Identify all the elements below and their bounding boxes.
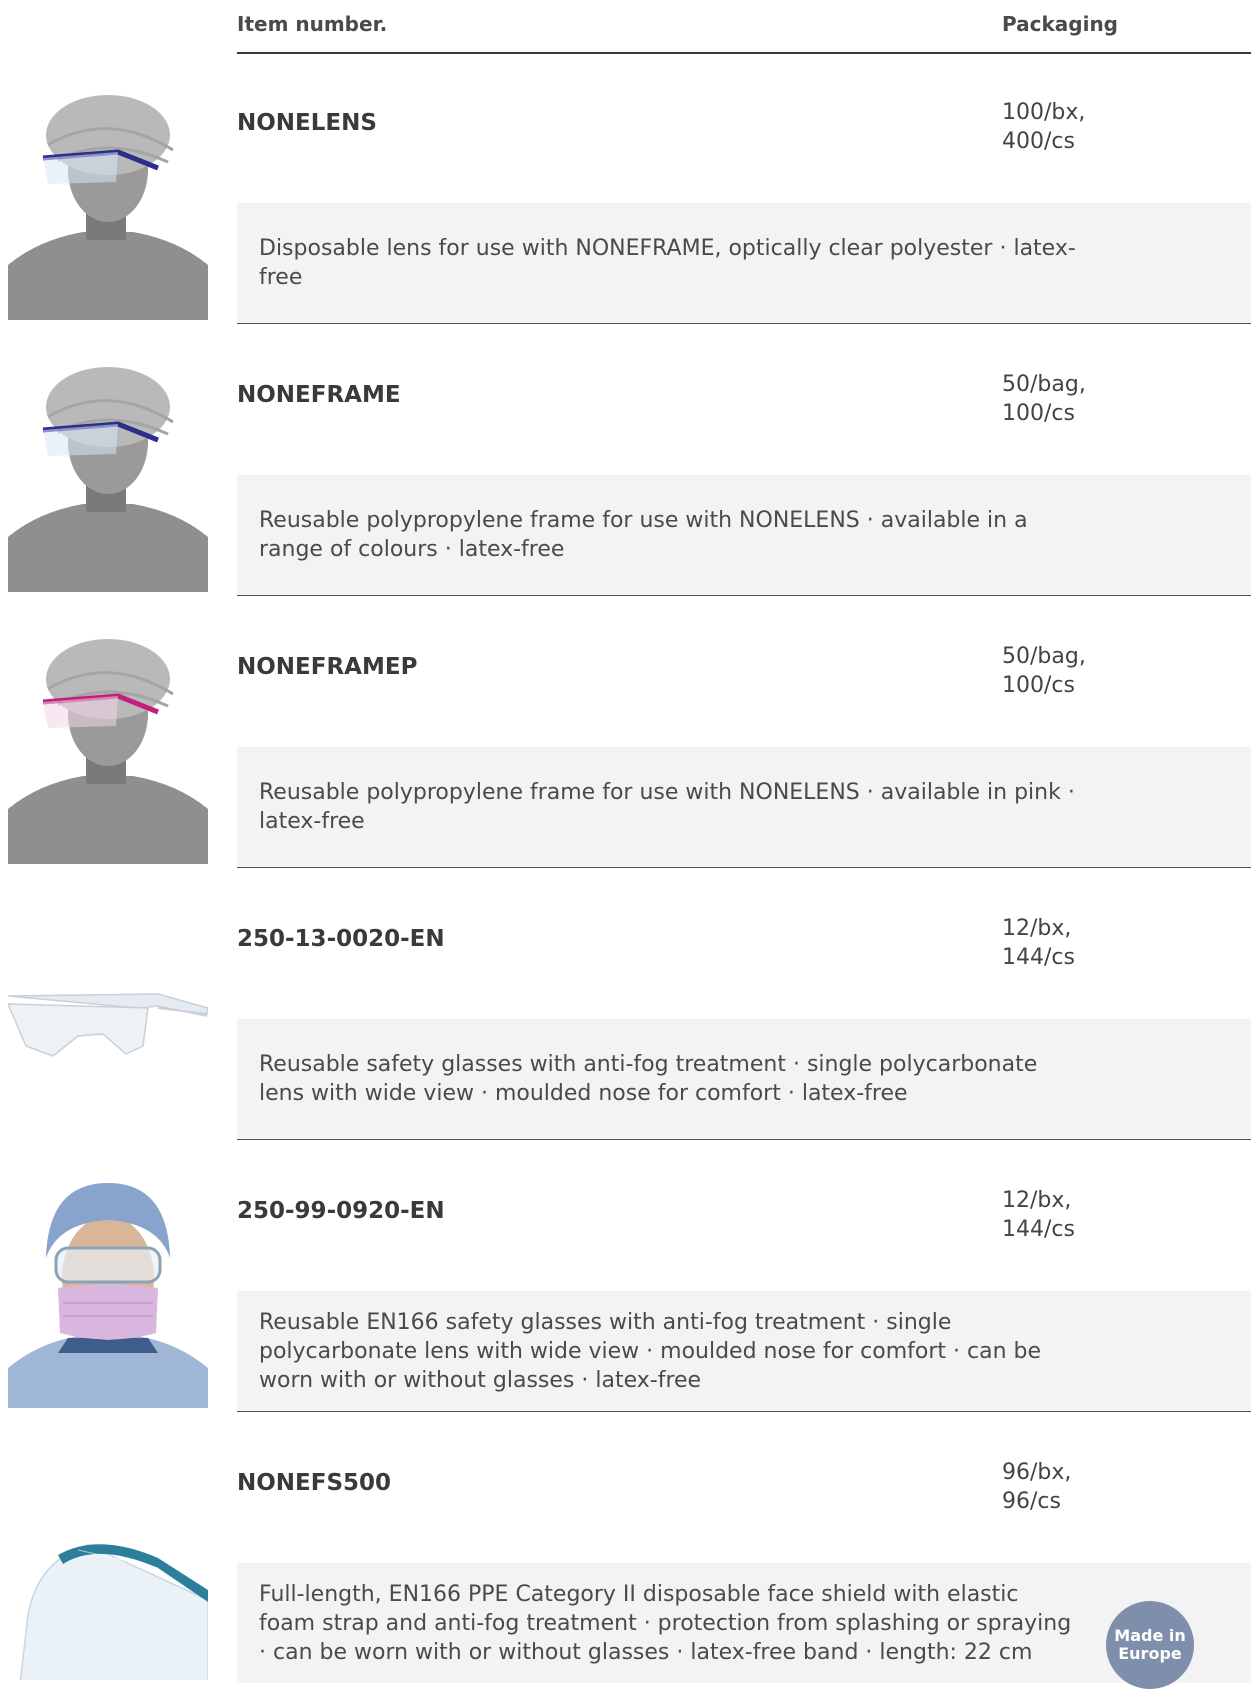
product-image-person-goggles-mask — [8, 1168, 208, 1408]
packaging: 100/bx, 400/cs — [1002, 98, 1085, 156]
product-row-nonefs500: NONEFS500 96/bx, 96/cs Full-length, EN16… — [0, 1414, 1251, 1689]
packaging-line: 100/bx, — [1002, 100, 1086, 125]
product-description: Disposable lens for use with NONEFRAME, … — [259, 236, 1076, 290]
product-row-nonelens: NONELENS 100/bx, 400/cs Disposable lens … — [0, 54, 1251, 326]
product-image-safety-glasses — [8, 896, 208, 1136]
product-row-250-13-0020-en: 250-13-0020-EN 12/bx, 144/cs Reusable sa… — [0, 870, 1251, 1142]
packaging: 50/bag, 100/cs — [1002, 642, 1086, 700]
packaging-line: 144/cs — [1002, 945, 1075, 970]
item-number-header: Item number. — [237, 12, 388, 36]
row-divider — [237, 1139, 1251, 1140]
description-box: Reusable safety glasses with anti-fog tr… — [237, 1019, 1251, 1139]
product-description: Reusable polypropylene frame for use wit… — [259, 508, 1028, 562]
description-box: Disposable lens for use with NONEFRAME, … — [237, 203, 1251, 323]
packaging-line: 12/bx, — [1002, 916, 1072, 941]
item-number: NONEFRAMEP — [237, 654, 418, 680]
packaging: 12/bx, 144/cs — [1002, 914, 1075, 972]
product-row-noneframe: NONEFRAME 50/bag, 100/cs Reusable polypr… — [0, 326, 1251, 598]
product-image-person-lens-frame — [8, 80, 208, 320]
packaging-line: 96/cs — [1002, 1489, 1061, 1514]
packaging: 50/bag, 100/cs — [1002, 370, 1086, 428]
product-row-250-99-0920-en: 250-99-0920-EN 12/bx, 144/cs Reusable EN… — [0, 1142, 1251, 1414]
row-divider — [237, 323, 1251, 324]
row-divider — [237, 1411, 1251, 1412]
product-image-face-shield — [8, 1440, 208, 1680]
packaging: 96/bx, 96/cs — [1002, 1458, 1071, 1516]
product-row-noneframep: NONEFRAMEP 50/bag, 100/cs Reusable polyp… — [0, 598, 1251, 870]
packaging-line: 100/cs — [1002, 401, 1075, 426]
product-image-person-lens-frame — [8, 352, 208, 592]
packaging-line: 144/cs — [1002, 1217, 1075, 1242]
packaging: 12/bx, 144/cs — [1002, 1186, 1075, 1244]
packaging-line: 400/cs — [1002, 129, 1075, 154]
packaging-line: 100/cs — [1002, 673, 1075, 698]
product-description: Full-length, EN166 PPE Category II dispo… — [259, 1581, 1072, 1665]
description-box: Reusable polypropylene frame for use wit… — [237, 747, 1251, 867]
item-number: NONEFS500 — [237, 1470, 392, 1496]
item-number: 250-99-0920-EN — [237, 1198, 445, 1224]
row-divider — [237, 867, 1251, 868]
packaging-header: Packaging — [1002, 12, 1118, 36]
product-description: Reusable safety glasses with anti-fog tr… — [259, 1052, 1038, 1106]
product-image-person-pink-frame — [8, 624, 208, 864]
row-divider — [237, 595, 1251, 596]
item-number: NONELENS — [237, 110, 377, 136]
product-description: Reusable EN166 safety glasses with anti-… — [259, 1309, 1042, 1393]
item-number: NONEFRAME — [237, 382, 401, 408]
packaging-line: 96/bx, — [1002, 1460, 1072, 1485]
packaging-line: 50/bag, — [1002, 372, 1086, 397]
product-description: Reusable polypropylene frame for use wit… — [259, 780, 1075, 834]
packaging-line: 50/bag, — [1002, 644, 1086, 669]
packaging-line: 12/bx, — [1002, 1188, 1072, 1213]
item-number: 250-13-0020-EN — [237, 926, 445, 952]
description-box: Reusable EN166 safety glasses with anti-… — [237, 1291, 1251, 1411]
description-box: Reusable polypropylene frame for use wit… — [237, 475, 1251, 595]
description-box: Full-length, EN166 PPE Category II dispo… — [237, 1563, 1251, 1689]
